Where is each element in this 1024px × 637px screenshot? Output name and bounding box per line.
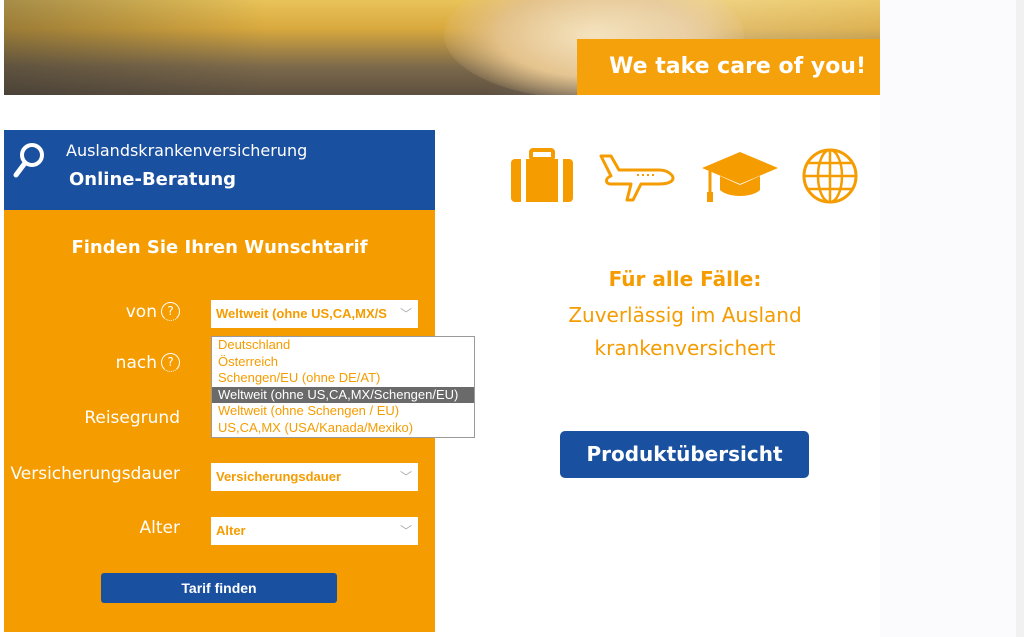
dropdown-option[interactable]: Deutschland [212, 337, 474, 354]
label-alter: Alter [139, 518, 180, 538]
label-versicherungsdauer: Versicherungsdauer [10, 464, 180, 484]
dropdown-option[interactable]: US,CA,MX (USA/Kanada/Mexiko) [212, 420, 474, 437]
suitcase-icon [511, 148, 573, 202]
widget-header: Auslandskrankenversicherung Online-Berat… [4, 130, 435, 210]
tagline-heading: Für alle Fälle: [608, 267, 762, 291]
hero-banner: We take care of you! [4, 0, 880, 95]
label-reisegrund: Reisegrund [84, 408, 180, 428]
select-von[interactable]: Weltweit (ohne US,CA,MX/S ﹀ [211, 300, 418, 328]
chevron-down-icon: ﹀ [399, 470, 412, 484]
search-icon [13, 143, 44, 178]
widget-title: Online-Beratung [69, 169, 237, 190]
hero-tagline: We take care of you! [577, 39, 880, 95]
tarif-finden-button[interactable]: Tarif finden [101, 573, 337, 603]
produktuebersicht-button[interactable]: Produktübersicht [560, 431, 809, 478]
label-nach: nach? [84, 353, 180, 373]
find-tariff-heading: Finden Sie Ihren Wunschtarif [71, 237, 368, 258]
dropdown-option[interactable]: Weltweit (ohne Schengen / EU) [212, 403, 474, 420]
widget-subtitle: Auslandskrankenversicherung [66, 141, 308, 160]
destination-dropdown-list[interactable]: Deutschland Österreich Schengen/EU (ohne… [211, 336, 475, 438]
help-icon[interactable]: ? [161, 353, 180, 372]
select-alter[interactable]: Alter ﹀ [211, 517, 418, 545]
dropdown-option[interactable]: Österreich [212, 354, 474, 371]
dropdown-option-selected[interactable]: Weltweit (ohne US,CA,MX/Schengen/EU) [212, 386, 474, 404]
chevron-down-icon: ﹀ [399, 524, 412, 538]
airplane-icon [599, 154, 675, 202]
tagline-text: Zuverlässig im Ausland krankenversichert [568, 303, 802, 360]
label-von: von? [84, 302, 180, 322]
help-icon[interactable]: ? [161, 302, 180, 321]
select-versicherungsdauer[interactable]: Versicherungsdauer ﹀ [211, 463, 418, 491]
scrollbar[interactable] [1016, 0, 1024, 637]
page-background-right [880, 0, 1016, 637]
globe-icon [802, 148, 858, 204]
dropdown-option[interactable]: Schengen/EU (ohne DE/AT) [212, 370, 474, 387]
graduation-cap-icon [702, 152, 778, 202]
chevron-down-icon: ﹀ [399, 307, 412, 321]
